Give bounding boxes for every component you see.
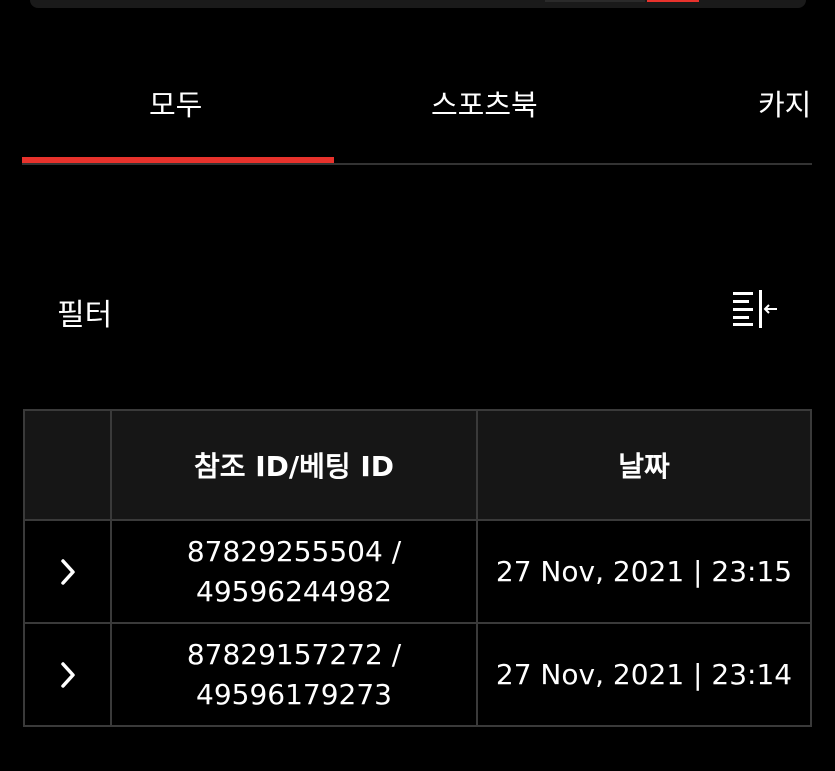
top-bar-segment xyxy=(545,0,645,2)
top-bar xyxy=(30,0,806,8)
tab-all[interactable]: 모두 xyxy=(149,82,202,124)
ref-id: 87829157272 / xyxy=(186,637,402,671)
table-row[interactable]: 87829255504 / 49596244982 27 Nov, 2021 |… xyxy=(23,519,812,624)
table-header-row: 참조 ID/베팅 ID 날짜 xyxy=(23,409,812,521)
tab-bar: 모두 스포츠북 카지 xyxy=(22,60,812,165)
bets-table: 참조 ID/베팅 ID 날짜 87829255504 / 49596244982… xyxy=(23,409,812,727)
expand-row-button[interactable] xyxy=(23,519,112,624)
bet-id: 49596179273 xyxy=(196,677,392,711)
chevron-right-icon xyxy=(60,558,75,585)
filter-collapse-icon[interactable] xyxy=(732,290,778,328)
top-bar-accent xyxy=(647,0,699,2)
table-row[interactable]: 87829157272 / 49596179273 27 Nov, 2021 |… xyxy=(23,622,812,727)
expand-row-button[interactable] xyxy=(23,622,112,727)
ref-bet-id-cell: 87829157272 / 49596179273 xyxy=(110,622,478,727)
date-cell: 27 Nov, 2021 | 23:15 xyxy=(476,519,812,624)
chevron-right-icon xyxy=(60,661,75,688)
filter-label: 필터 xyxy=(57,298,113,333)
bet-id: 49596244982 xyxy=(196,574,392,608)
header-expand xyxy=(23,409,112,521)
ref-bet-id-cell: 87829255504 / 49596244982 xyxy=(110,519,478,624)
header-ref-bet-id: 참조 ID/베팅 ID xyxy=(110,409,478,521)
active-tab-indicator xyxy=(22,157,334,163)
header-date: 날짜 xyxy=(476,409,812,521)
tab-sportsbook[interactable]: 스포츠북 xyxy=(431,82,538,124)
date-cell: 27 Nov, 2021 | 23:14 xyxy=(476,622,812,727)
page: 모두 스포츠북 카지 필터 참조 ID/베팅 ID 날짜 87829255504… xyxy=(0,0,835,771)
tab-casino[interactable]: 카지 xyxy=(758,82,811,124)
ref-id: 87829255504 / xyxy=(186,534,402,568)
